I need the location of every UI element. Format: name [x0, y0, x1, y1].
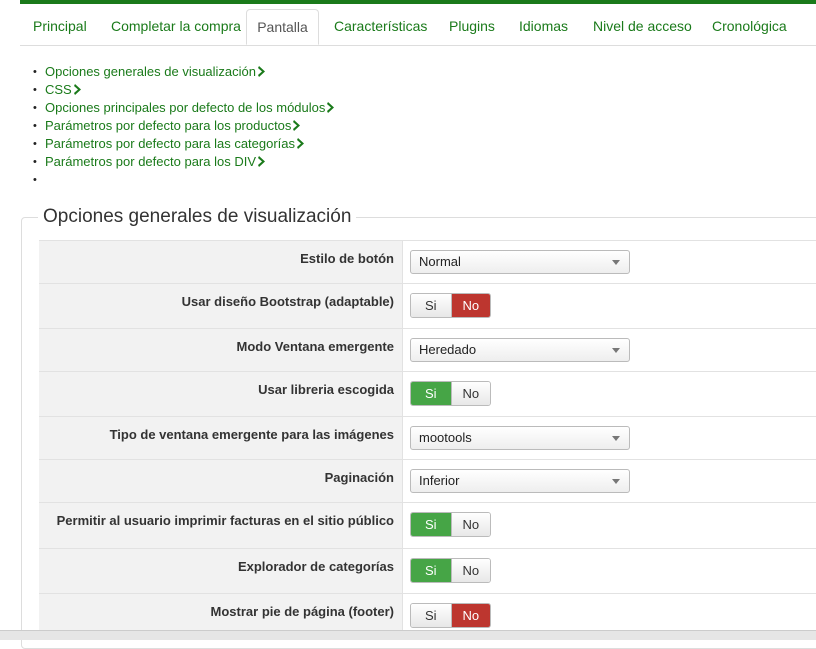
caret-down-icon — [612, 260, 620, 265]
chevron-right-icon — [297, 138, 305, 149]
option-label: Modo Ventana emergente — [236, 339, 394, 354]
chevron-right-icon — [73, 84, 81, 95]
tab-cronologica[interactable]: Cronológica — [712, 9, 787, 44]
fieldset-legend: Opciones generales de visualización — [38, 205, 357, 229]
list-item: • Parámetros por defecto para los product… — [33, 117, 336, 135]
option-label: Estilo de botón — [300, 251, 394, 266]
tab-nivel-de-acceso[interactable]: Nivel de acceso — [593, 9, 692, 44]
option-label: Paginación — [324, 470, 394, 485]
no-option[interactable]: No — [450, 604, 490, 627]
yes-option[interactable]: Si — [411, 513, 451, 536]
caret-down-icon — [612, 436, 620, 441]
no-option[interactable]: No — [450, 382, 490, 405]
option-row-imprimir-facturas: Permitir al usuario imprimir facturas en… — [39, 502, 816, 548]
chevron-right-icon — [258, 156, 265, 167]
options-grid: Estilo de botón Normal Usar diseño Boots… — [39, 240, 816, 638]
option-row-estilo-boton: Estilo de botón Normal — [39, 240, 816, 283]
link-css[interactable]: CSS — [45, 82, 72, 97]
option-row-explorador: Explorador de categorías Si No — [39, 548, 816, 593]
tab-principal[interactable]: Principal — [33, 9, 87, 44]
link-opciones-generales[interactable]: Opciones generales de visualización — [45, 64, 256, 79]
chevron-right-icon — [293, 120, 301, 131]
library-toggle: Si No — [410, 381, 491, 406]
top-accent-bar — [20, 0, 816, 4]
no-option[interactable]: No — [450, 559, 490, 582]
print-invoices-toggle: Si No — [410, 512, 491, 537]
tab-pantalla[interactable]: Pantalla — [246, 9, 319, 45]
option-label: Usar diseño Bootstrap (adaptable) — [181, 294, 394, 309]
option-label: Permitir al usuario imprimir facturas en… — [56, 513, 394, 528]
chevron-right-icon — [327, 102, 335, 113]
yes-option[interactable]: Si — [411, 604, 451, 627]
option-row-modo-ventana: Modo Ventana emergente Heredado — [39, 328, 816, 371]
option-label: Usar libreria escogida — [258, 382, 394, 397]
option-row-bootstrap: Usar diseño Bootstrap (adaptable) Si No — [39, 283, 816, 328]
link-parametros-div[interactable]: Parámetros por defecto para los DIV — [45, 154, 256, 169]
tab-caracteristicas[interactable]: Características — [334, 9, 427, 44]
option-row-libreria: Usar libreria escogida Si No — [39, 371, 816, 416]
option-row-paginacion: Paginación Inferior — [39, 459, 816, 502]
tab-idiomas[interactable]: Idiomas — [519, 9, 568, 44]
popup-mode-select[interactable]: Heredado — [410, 338, 630, 362]
tab-plugins[interactable]: Plugins — [449, 9, 495, 44]
option-row-tipo-ventana: Tipo de ventana emergente para las imáge… — [39, 416, 816, 459]
link-opciones-modulos[interactable]: Opciones principales por defecto de los … — [45, 100, 325, 115]
no-option[interactable]: No — [450, 294, 490, 317]
chevron-right-icon — [258, 66, 266, 77]
bootstrap-toggle: Si No — [410, 293, 491, 318]
option-label: Tipo de ventana emergente para las imáge… — [109, 427, 394, 442]
list-item-empty: • — [33, 174, 37, 186]
tab-bar: Principal Completar la compra Pantalla C… — [20, 9, 816, 46]
no-option[interactable]: No — [450, 513, 490, 536]
list-item: • Opciones principales por defecto de los… — [33, 99, 336, 117]
list-item: • Parámetros por defecto para los DIV — [33, 153, 336, 171]
yes-option[interactable]: Si — [411, 382, 451, 405]
yes-option[interactable]: Si — [411, 294, 451, 317]
pagination-select[interactable]: Inferior — [410, 469, 630, 493]
category-browser-toggle: Si No — [410, 558, 491, 583]
option-label: Mostrar pie de página (footer) — [210, 604, 394, 619]
caret-down-icon — [612, 348, 620, 353]
link-parametros-categorias[interactable]: Parámetros por defecto para las categorí… — [45, 136, 295, 151]
caret-down-icon — [612, 479, 620, 484]
image-popup-type-select[interactable]: mootools — [410, 426, 630, 450]
link-parametros-productos[interactable]: Parámetros por defecto para los producto… — [45, 118, 291, 133]
list-item: • CSS — [33, 81, 336, 99]
footer-toggle: Si No — [410, 603, 491, 628]
tab-completar-la-compra[interactable]: Completar la compra — [111, 9, 241, 44]
list-item: • Opciones generales de visualización — [33, 63, 336, 81]
section-links: • Opciones generales de visualización • CS… — [33, 63, 336, 189]
option-label: Explorador de categorías — [237, 559, 394, 574]
button-style-select[interactable]: Normal — [410, 250, 630, 274]
yes-option[interactable]: Si — [411, 559, 451, 582]
list-item: • Parámetros por defecto para las categor… — [33, 135, 336, 153]
